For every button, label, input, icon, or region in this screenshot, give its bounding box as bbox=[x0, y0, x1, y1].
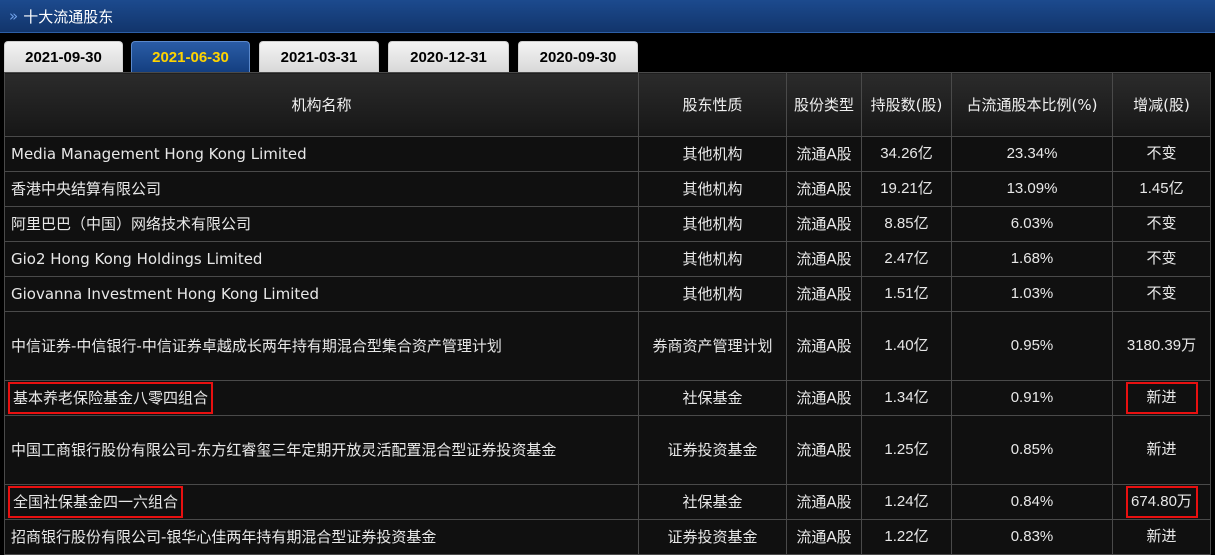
top-ten-shareholders-table: 机构名称 股东性质 股份类型 持股数(股) 占流通股本比例(%) 增减(股) M… bbox=[4, 72, 1211, 555]
cell-change: 新进 bbox=[1112, 380, 1211, 416]
cell-change: 不变 bbox=[1112, 206, 1211, 242]
table-row[interactable]: 基本养老保险基金八零四组合 社保基金 流通A股 1.34亿 0.91% 新进 bbox=[4, 380, 1211, 416]
cell-name: 中信证券-中信银行-中信证券卓越成长两年持有期混合型集合资产管理计划 bbox=[4, 311, 639, 381]
highlight-box: 新进 bbox=[1125, 382, 1198, 414]
report-date-tabs: 2021-09-30 2021-06-30 2021-03-31 2020-12… bbox=[0, 33, 1215, 72]
cell-nature: 证券投资基金 bbox=[638, 519, 787, 555]
cell-shares: 1.25亿 bbox=[861, 415, 952, 485]
table-row[interactable]: 中信证券-中信银行-中信证券卓越成长两年持有期混合型集合资产管理计划 券商资产管… bbox=[4, 311, 1211, 381]
cell-type: 流通A股 bbox=[786, 380, 862, 416]
cell-ratio: 0.85% bbox=[951, 415, 1113, 485]
cell-shares: 19.21亿 bbox=[861, 171, 952, 207]
cell-name: 全国社保基金四一六组合 bbox=[4, 484, 639, 520]
cell-nature: 社保基金 bbox=[638, 380, 787, 416]
cell-ratio: 1.68% bbox=[951, 241, 1113, 277]
table-row[interactable]: 招商银行股份有限公司-银华心佳两年持有期混合型证券投资基金 证券投资基金 流通A… bbox=[4, 519, 1211, 555]
tab-2021-06-30[interactable]: 2021-06-30 bbox=[131, 41, 250, 72]
tab-2021-03-31[interactable]: 2021-03-31 bbox=[259, 41, 379, 72]
cell-ratio: 23.34% bbox=[951, 136, 1113, 172]
double-chevron-icon[interactable]: » bbox=[9, 7, 18, 25]
highlight-box: 全国社保基金四一六组合 bbox=[7, 486, 184, 518]
cell-shares: 34.26亿 bbox=[861, 136, 952, 172]
table-row[interactable]: 阿里巴巴（中国）网络技术有限公司 其他机构 流通A股 8.85亿 6.03% 不… bbox=[4, 206, 1211, 242]
header-float-ratio[interactable]: 占流通股本比例(%) bbox=[951, 72, 1113, 137]
cell-name: Gio2 Hong Kong Holdings Limited bbox=[4, 241, 639, 277]
table-row[interactable]: 香港中央结算有限公司 其他机构 流通A股 19.21亿 13.09% 1.45亿 bbox=[4, 171, 1211, 207]
table-row[interactable]: Giovanna Investment Hong Kong Limited 其他… bbox=[4, 276, 1211, 312]
cell-name: 招商银行股份有限公司-银华心佳两年持有期混合型证券投资基金 bbox=[4, 519, 639, 555]
cell-change: 674.80万 bbox=[1112, 484, 1211, 520]
tab-2020-09-30[interactable]: 2020-09-30 bbox=[518, 41, 638, 72]
panel-title: 十大流通股东 bbox=[23, 7, 114, 26]
table-row[interactable]: 中国工商银行股份有限公司-东方红睿玺三年定期开放灵活配置混合型证券投资基金 证券… bbox=[4, 415, 1211, 485]
cell-name: 中国工商银行股份有限公司-东方红睿玺三年定期开放灵活配置混合型证券投资基金 bbox=[4, 415, 639, 485]
cell-type: 流通A股 bbox=[786, 415, 862, 485]
cell-shares: 1.22亿 bbox=[861, 519, 952, 555]
cell-change: 1.45亿 bbox=[1112, 171, 1211, 207]
cell-nature: 其他机构 bbox=[638, 206, 787, 242]
cell-change: 不变 bbox=[1112, 241, 1211, 277]
cell-nature: 其他机构 bbox=[638, 241, 787, 277]
cell-type: 流通A股 bbox=[786, 484, 862, 520]
cell-type: 流通A股 bbox=[786, 519, 862, 555]
cell-name: Giovanna Investment Hong Kong Limited bbox=[4, 276, 639, 312]
tab-2021-09-30[interactable]: 2021-09-30 bbox=[4, 41, 123, 72]
highlight-box: 674.80万 bbox=[1125, 486, 1198, 518]
cell-change: 新进 bbox=[1112, 519, 1211, 555]
cell-change: 新进 bbox=[1112, 415, 1211, 485]
cell-change: 不变 bbox=[1112, 276, 1211, 312]
table-row[interactable]: Gio2 Hong Kong Holdings Limited 其他机构 流通A… bbox=[4, 241, 1211, 277]
cell-change: 不变 bbox=[1112, 136, 1211, 172]
table-row[interactable]: Media Management Hong Kong Limited 其他机构 … bbox=[4, 136, 1211, 172]
cell-ratio: 0.83% bbox=[951, 519, 1113, 555]
table-header-row: 机构名称 股东性质 股份类型 持股数(股) 占流通股本比例(%) 增减(股) bbox=[4, 72, 1211, 137]
header-share-type[interactable]: 股份类型 bbox=[786, 72, 862, 137]
cell-nature: 其他机构 bbox=[638, 171, 787, 207]
cell-shares: 1.40亿 bbox=[861, 311, 952, 381]
cell-ratio: 6.03% bbox=[951, 206, 1113, 242]
cell-ratio: 0.91% bbox=[951, 380, 1113, 416]
cell-ratio: 0.84% bbox=[951, 484, 1113, 520]
cell-type: 流通A股 bbox=[786, 276, 862, 312]
cell-shares: 1.24亿 bbox=[861, 484, 952, 520]
cell-type: 流通A股 bbox=[786, 206, 862, 242]
cell-type: 流通A股 bbox=[786, 311, 862, 381]
panel-title-bar: » 十大流通股东 bbox=[0, 0, 1215, 33]
cell-ratio: 1.03% bbox=[951, 276, 1113, 312]
cell-shares: 1.34亿 bbox=[861, 380, 952, 416]
cell-nature: 社保基金 bbox=[638, 484, 787, 520]
tab-2020-12-31[interactable]: 2020-12-31 bbox=[388, 41, 509, 72]
cell-nature: 证券投资基金 bbox=[638, 415, 787, 485]
cell-ratio: 13.09% bbox=[951, 171, 1113, 207]
cell-name: 香港中央结算有限公司 bbox=[4, 171, 639, 207]
cell-nature: 其他机构 bbox=[638, 136, 787, 172]
cell-name: Media Management Hong Kong Limited bbox=[4, 136, 639, 172]
header-shares-held[interactable]: 持股数(股) bbox=[861, 72, 952, 137]
cell-type: 流通A股 bbox=[786, 171, 862, 207]
table-row[interactable]: 全国社保基金四一六组合 社保基金 流通A股 1.24亿 0.84% 674.80… bbox=[4, 484, 1211, 520]
highlight-box: 基本养老保险基金八零四组合 bbox=[7, 382, 214, 414]
cell-nature: 其他机构 bbox=[638, 276, 787, 312]
header-shareholder-nature[interactable]: 股东性质 bbox=[638, 72, 787, 137]
cell-change: 3180.39万 bbox=[1112, 311, 1211, 381]
cell-type: 流通A股 bbox=[786, 241, 862, 277]
header-change[interactable]: 增减(股) bbox=[1112, 72, 1211, 137]
cell-nature: 券商资产管理计划 bbox=[638, 311, 787, 381]
cell-name: 阿里巴巴（中国）网络技术有限公司 bbox=[4, 206, 639, 242]
cell-name: 基本养老保险基金八零四组合 bbox=[4, 380, 639, 416]
header-institution-name[interactable]: 机构名称 bbox=[4, 72, 639, 137]
cell-shares: 2.47亿 bbox=[861, 241, 952, 277]
cell-ratio: 0.95% bbox=[951, 311, 1113, 381]
cell-type: 流通A股 bbox=[786, 136, 862, 172]
cell-shares: 8.85亿 bbox=[861, 206, 952, 242]
cell-shares: 1.51亿 bbox=[861, 276, 952, 312]
